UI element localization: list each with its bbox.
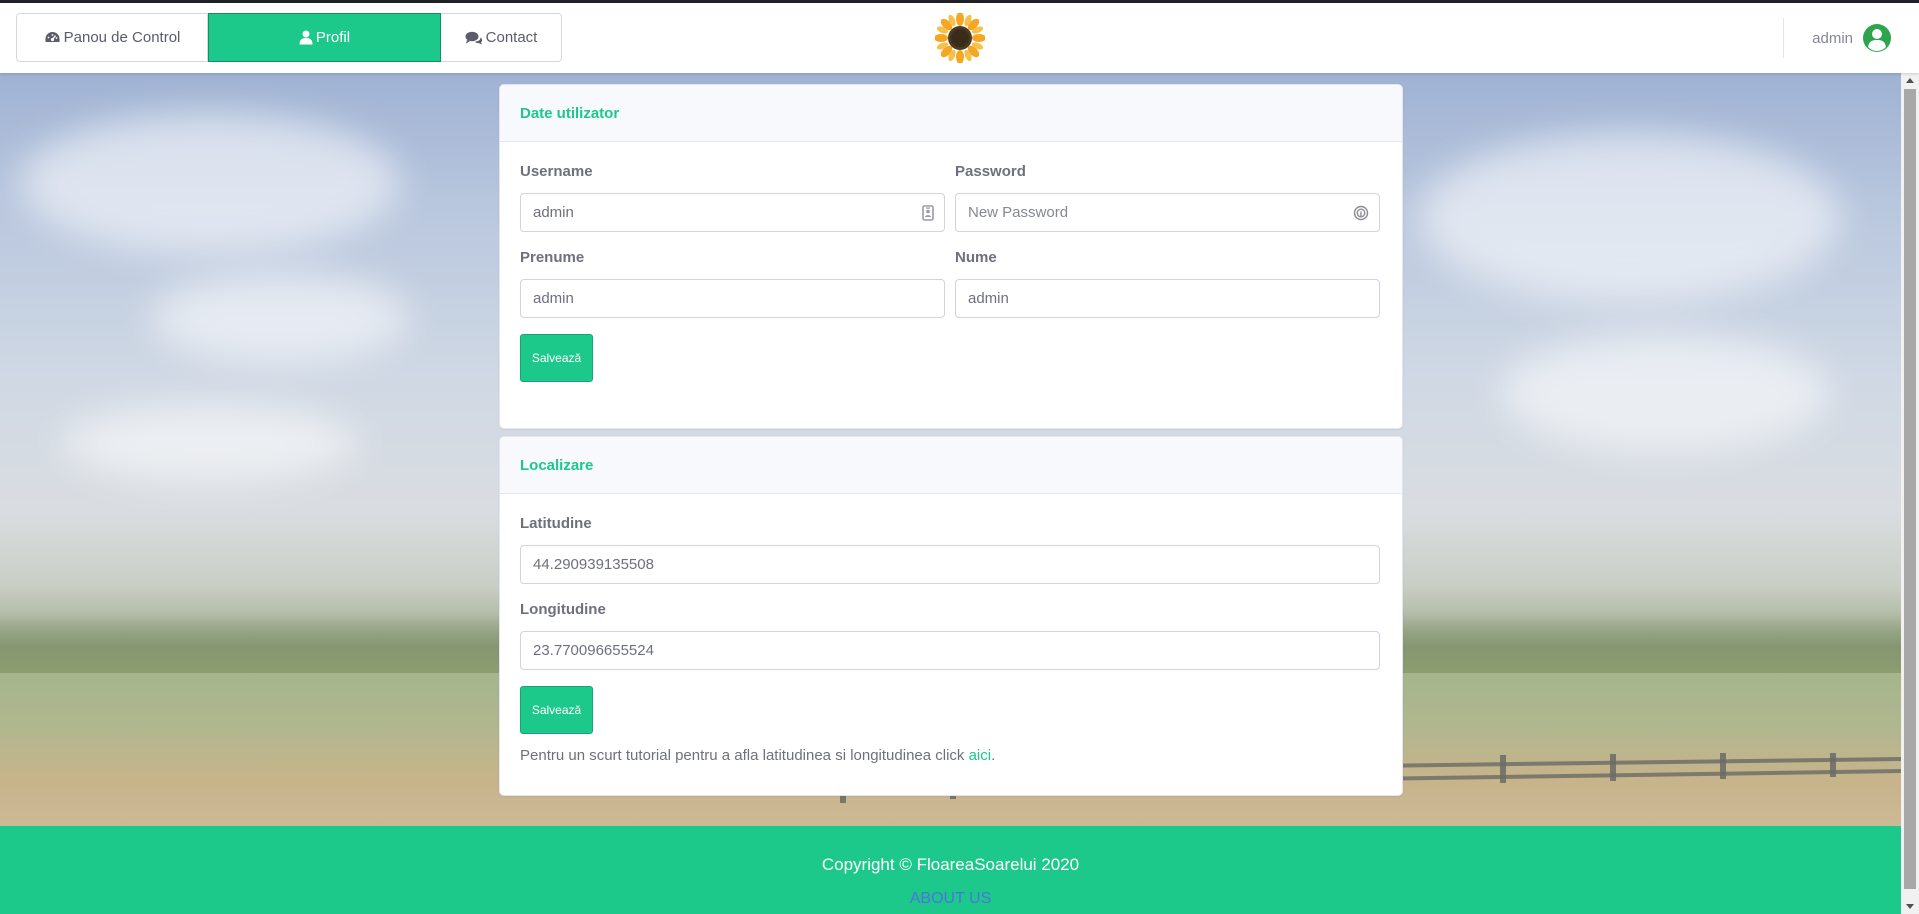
scroll-up-arrow[interactable]: [1906, 78, 1914, 83]
comments-icon: [465, 31, 483, 45]
sunflower-logo[interactable]: [934, 12, 986, 64]
tab-label: Panou de Control: [63, 29, 181, 46]
copyright-text: Copyright © FloareaSoarelui 2020: [821, 855, 1080, 874]
tab-profil[interactable]: Profil: [208, 13, 441, 62]
location-card-title: Localizare: [500, 437, 1402, 494]
user-menu[interactable]: admin: [1783, 3, 1919, 73]
password-label: Password: [955, 163, 1026, 180]
tutorial-hint: Pentru un scurt tutorial pentru a afla l…: [520, 747, 995, 764]
user-icon: [299, 30, 313, 45]
scrollbar-thumb[interactable]: [1904, 89, 1916, 889]
tutorial-hint-end: .: [991, 747, 996, 764]
prenume-label: Prenume: [520, 249, 585, 266]
longitude-label: Longitudine: [520, 601, 606, 618]
nume-input[interactable]: [968, 290, 1367, 307]
username-field[interactable]: [520, 193, 945, 232]
top-navbar: Panou de Control Profil Contact admin: [0, 3, 1919, 73]
dashboard-icon: [44, 30, 61, 45]
tutorial-link[interactable]: aici: [969, 747, 992, 764]
navbar-divider: [1783, 18, 1785, 58]
scroll-down-arrow[interactable]: [1906, 904, 1914, 909]
prenume-field[interactable]: [520, 279, 945, 318]
latitude-label: Latitudine: [520, 515, 592, 532]
latitude-input[interactable]: [533, 556, 1367, 573]
user-circle-icon[interactable]: [1862, 23, 1892, 53]
save-location-button[interactable]: Salvează: [520, 686, 593, 734]
location-card: Localizare Latitudine Longitudine Salvea…: [499, 436, 1403, 796]
nume-field[interactable]: [955, 279, 1380, 318]
tab-contact[interactable]: Contact: [441, 13, 562, 62]
tab-label: Profil: [315, 29, 351, 46]
tab-panou-de-control[interactable]: Panou de Control: [16, 13, 208, 62]
password-field[interactable]: [955, 193, 1380, 232]
tab-label: Contact: [485, 29, 538, 46]
id-card-icon: [922, 205, 934, 221]
prenume-input[interactable]: [533, 290, 932, 307]
tutorial-hint-text: Pentru un scurt tutorial pentru a afla l…: [520, 747, 969, 764]
user-name[interactable]: admin: [1812, 30, 1853, 47]
save-user-button[interactable]: Salvează: [520, 334, 593, 382]
about-us-link[interactable]: ABOUT US: [0, 890, 1901, 908]
username-label: Username: [520, 163, 593, 180]
nume-label: Nume: [955, 249, 997, 266]
user-data-card: Date utilizator Username Password Prenum…: [499, 84, 1403, 429]
latitude-field[interactable]: [520, 545, 1380, 584]
fingerprint-icon: [1353, 205, 1369, 221]
page-scrollbar[interactable]: [1901, 73, 1919, 914]
username-input[interactable]: [533, 204, 932, 221]
password-input[interactable]: [968, 204, 1367, 221]
longitude-field[interactable]: [520, 631, 1380, 670]
user-data-card-title: Date utilizator: [500, 85, 1402, 142]
footer: Copyright © FloareaSoarelui 2020 ABOUT U…: [0, 826, 1901, 914]
nav-tabs: Panou de Control Profil Contact: [16, 13, 562, 62]
longitude-input[interactable]: [533, 642, 1367, 659]
